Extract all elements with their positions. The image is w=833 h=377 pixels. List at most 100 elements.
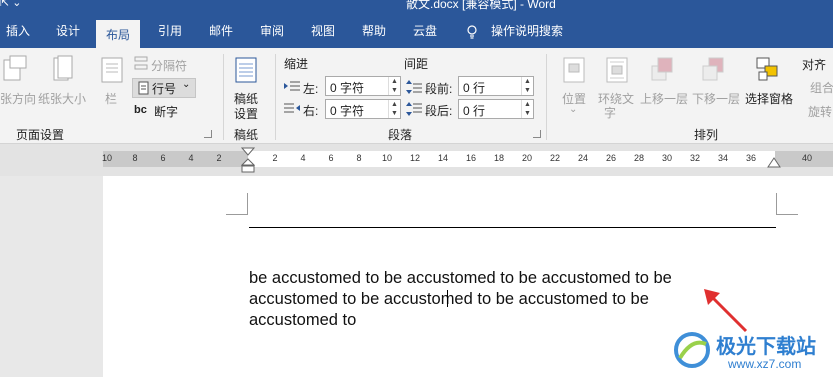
ruler-tick: 30	[661, 153, 673, 163]
right-indent-marker-icon[interactable]	[767, 157, 781, 169]
indent-left-label: 左:	[303, 82, 319, 96]
ruler-tick: 28	[633, 153, 645, 163]
document-paragraph[interactable]: be accustomed to be accustomed to be acc…	[249, 268, 729, 331]
group-separator	[223, 54, 224, 140]
tab-layout[interactable]: 布局	[96, 20, 141, 48]
ruler-tick: 22	[549, 153, 561, 163]
ruler-tick: 36	[745, 153, 757, 163]
tab-help[interactable]: 帮助	[362, 22, 386, 39]
spacing-title: 间距	[404, 57, 429, 71]
wrap-text-button-line2: 字	[604, 106, 617, 120]
chevron-down-icon: ⌄	[569, 104, 578, 115]
ruler-tick: 8	[132, 153, 138, 163]
indent-right-icon	[284, 103, 300, 113]
selection-pane-button[interactable]: 选择窗格	[745, 90, 793, 107]
spin-arrows-icon[interactable]: ▲ ▼	[388, 77, 400, 95]
ruler-tick: 24	[577, 153, 589, 163]
ruler-tick: 20	[521, 153, 533, 163]
tab-references[interactable]: 引用	[158, 22, 182, 39]
indent-right-field[interactable]: 0 字符 ▲ ▼	[325, 99, 401, 119]
manuscript-button-line2: 设置	[234, 107, 259, 121]
tab-insert[interactable]: 插入	[6, 22, 30, 39]
group-separator	[546, 54, 547, 140]
paragraph-dialog-launcher[interactable]	[533, 130, 541, 138]
ruler-tick: 14	[437, 153, 449, 163]
indent-right-label: 右:	[303, 104, 319, 118]
page-setup-dialog-launcher[interactable]	[204, 130, 212, 138]
ruler-tick: 12	[409, 153, 421, 163]
line-numbers-button[interactable]: 行号	[152, 80, 176, 97]
send-backward-button[interactable]: 下移一层	[692, 90, 740, 107]
line-numbers-icon	[138, 81, 149, 95]
wrap-text-icon	[606, 57, 628, 83]
ruler-tick: 26	[605, 153, 617, 163]
spacing-before-value: 0 行	[463, 81, 486, 95]
indent-left-field[interactable]: 0 字符 ▲ ▼	[325, 76, 401, 96]
columns-icon	[101, 57, 123, 83]
group-objects-button[interactable]: 组合	[810, 79, 833, 96]
tab-review[interactable]: 审阅	[260, 22, 284, 39]
paragraph-group-label: 段落	[388, 128, 413, 142]
ruler-tick: 8	[356, 153, 362, 163]
paragraph-line: accustomed to	[249, 311, 357, 329]
quick-access-toolbar[interactable]: ⇱ ⌄	[0, 0, 22, 9]
columns-button[interactable]: 栏	[105, 90, 117, 107]
orientation-button[interactable]: 张方向	[0, 90, 36, 107]
tab-design[interactable]: 设计	[56, 22, 80, 39]
ruler-tick: 6	[328, 153, 334, 163]
page-size-icon	[53, 55, 73, 81]
chevron-down-icon: ⌄	[182, 79, 191, 90]
indent-left-icon	[284, 81, 300, 91]
spin-arrows-icon[interactable]: ▲ ▼	[521, 100, 533, 118]
ruler-tick: 16	[465, 153, 477, 163]
header-border-line	[249, 227, 776, 228]
hyphenation-button[interactable]: 断字	[154, 103, 178, 120]
rotate-button[interactable]: 旋转	[808, 103, 832, 120]
align-button[interactable]: 对齐	[802, 56, 826, 73]
red-arrow-icon	[704, 289, 748, 333]
ruler-tick: 6	[160, 153, 166, 163]
page-setup-group-label: 页面设置	[16, 128, 65, 142]
ruler-tick: 2	[272, 153, 278, 163]
paragraph-line: accustomed to be accustomed to be accust…	[249, 290, 649, 308]
spacing-after-field[interactable]: 0 行 ▲ ▼	[458, 99, 534, 119]
ruler-left-margin	[103, 151, 248, 167]
tab-mailings[interactable]: 邮件	[209, 22, 233, 39]
indent-title: 缩进	[284, 57, 309, 71]
ruler-tick: 34	[717, 153, 729, 163]
title-bar: ⇱ ⌄ 散文.docx [兼容模式] - Word	[0, 0, 833, 12]
breaks-button[interactable]: 分隔符	[151, 57, 187, 74]
manuscript-icon	[235, 57, 257, 83]
ruler-tick: 2	[216, 153, 222, 163]
indent-marker-icon[interactable]	[241, 147, 255, 173]
paragraph-line: be accustomed to be accustomed to be acc…	[249, 269, 672, 287]
margin-corner-mark	[226, 193, 248, 215]
margin-corner-mark	[776, 193, 798, 215]
watermark-url: www.xz7.com	[728, 357, 802, 371]
spacing-before-field[interactable]: 0 行 ▲ ▼	[458, 76, 534, 96]
ruler-tick: 10	[381, 153, 393, 163]
tab-cloud[interactable]: 云盘	[413, 22, 437, 39]
send-backward-icon	[702, 57, 724, 81]
ruler-tick: 18	[493, 153, 505, 163]
spacing-before-icon	[406, 80, 422, 94]
horizontal-ruler[interactable]: 10 8 6 4 2 2 4 6 8 10 12 14 16 18 20 22 …	[0, 144, 833, 176]
watermark-site-name: 极光下载站	[716, 336, 816, 358]
spin-arrows-icon[interactable]: ▲ ▼	[521, 77, 533, 95]
spin-arrows-icon[interactable]: ▲ ▼	[388, 100, 400, 118]
bring-forward-button[interactable]: 上移一层	[640, 90, 688, 107]
text-cursor	[447, 290, 448, 307]
ruler-tick: 32	[689, 153, 701, 163]
page-size-button[interactable]: 纸张大小	[38, 90, 86, 107]
tab-view[interactable]: 视图	[311, 22, 335, 39]
breaks-icon	[134, 56, 148, 70]
tell-me-search[interactable]: 操作说明搜索	[491, 22, 563, 39]
arrange-group-label: 排列	[694, 128, 719, 142]
ruler-tick: 10	[101, 153, 113, 163]
ribbon: 张方向 纸张大小 栏 分隔符 行号 ⌄ bc 断字 页面设置 稿纸 设置 稿纸 …	[0, 48, 833, 144]
group-separator	[275, 54, 276, 140]
position-icon	[563, 57, 585, 83]
spacing-after-value: 0 行	[463, 104, 486, 118]
spacing-after-label: 段后:	[425, 104, 453, 118]
watermark-logo-icon	[674, 332, 710, 368]
